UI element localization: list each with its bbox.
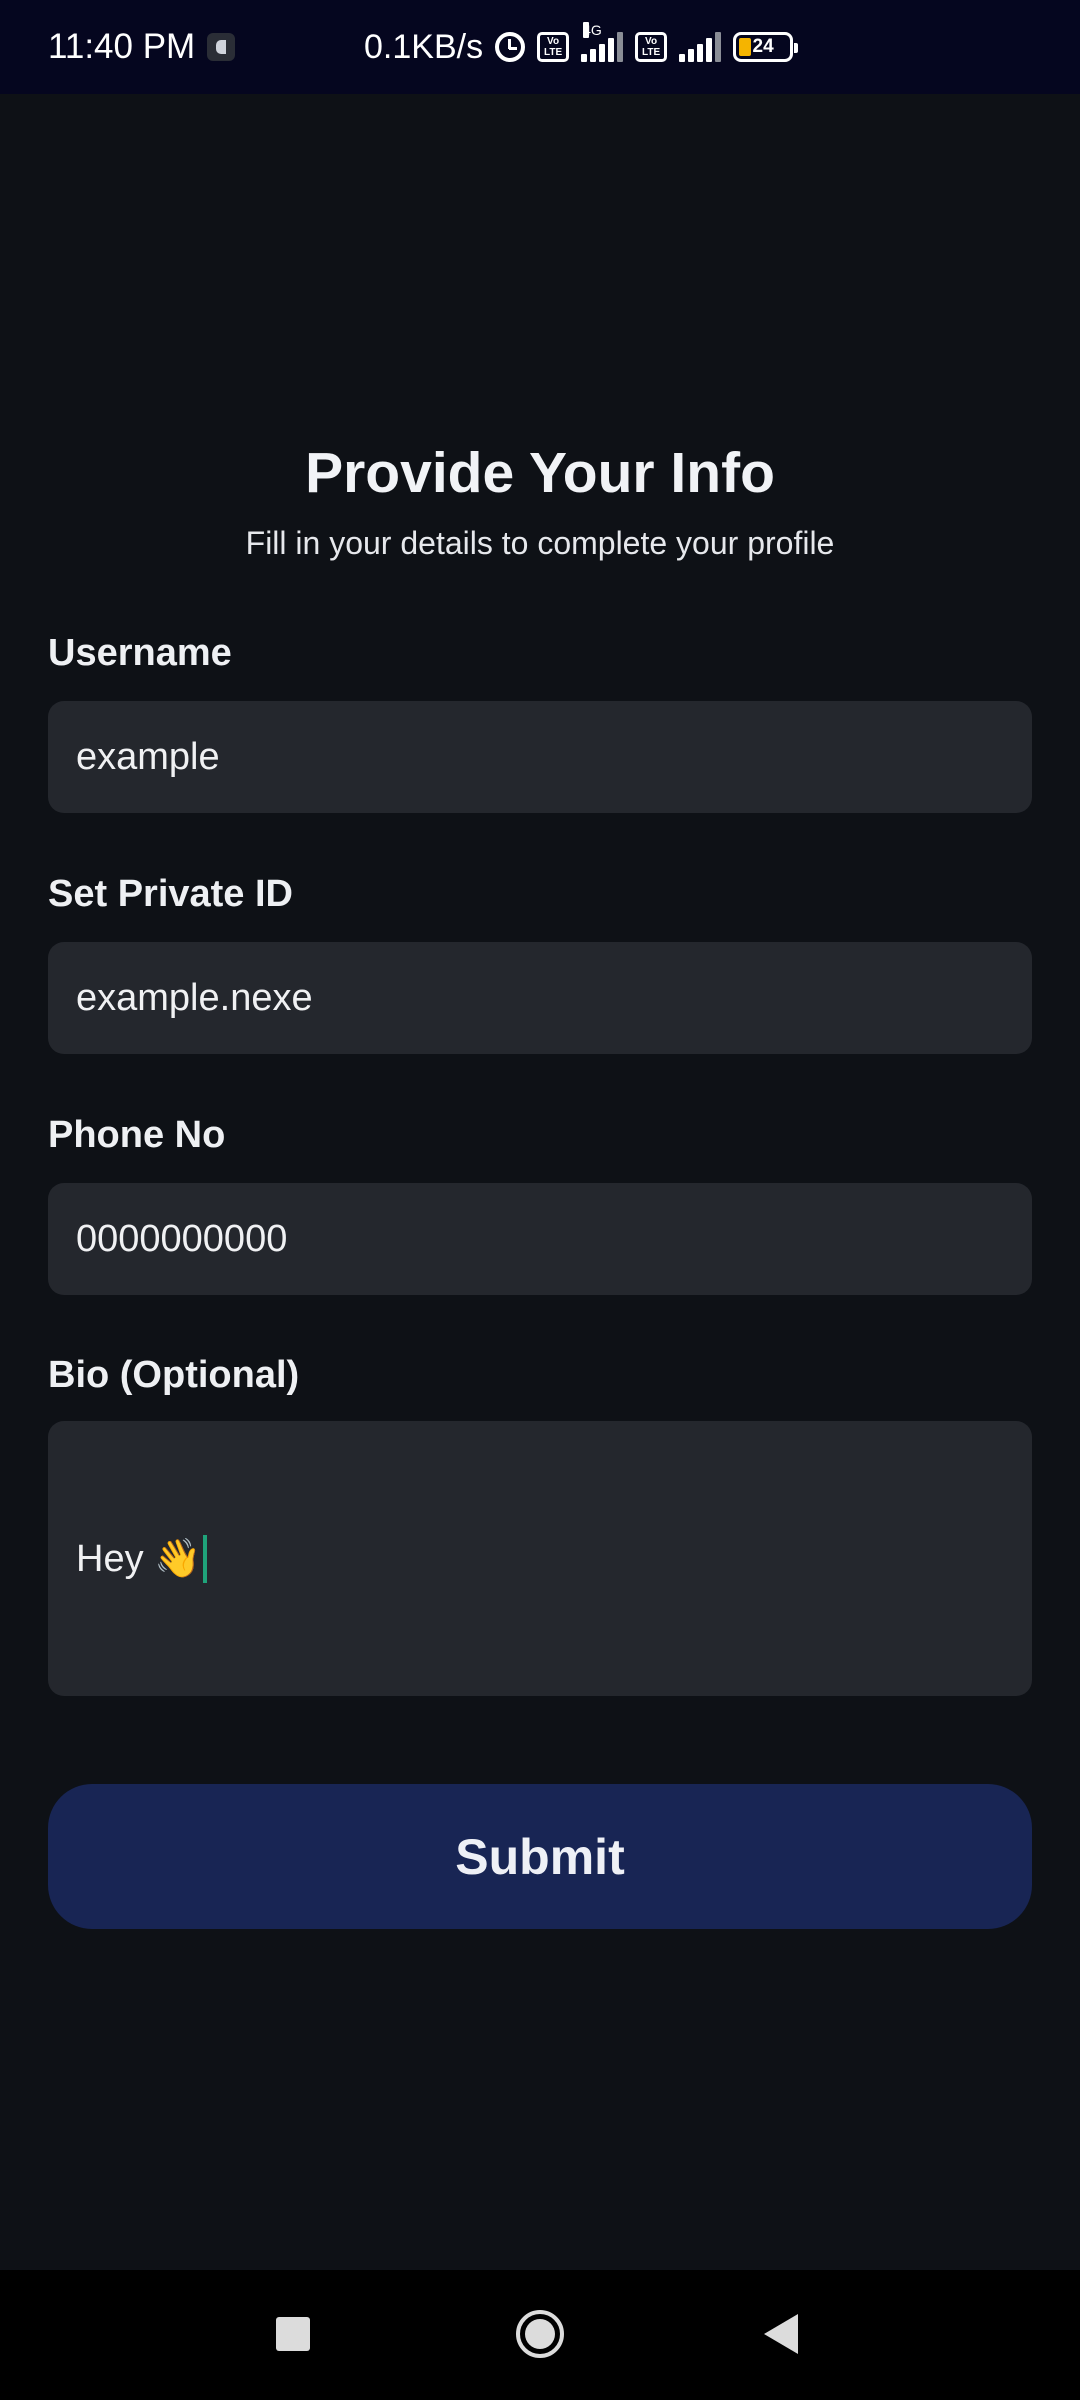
private-id-input[interactable] [48, 942, 1032, 1054]
status-time: 11:40 PM [48, 27, 196, 66]
bio-textarea[interactable]: Hey 👋 [48, 1421, 1032, 1696]
phone-label: Phone No [48, 1114, 226, 1156]
text-caret [203, 1534, 208, 1583]
username-input[interactable] [48, 701, 1032, 813]
bio-label: Bio (Optional) [48, 1354, 300, 1396]
bio-text: Hey 👋 [76, 1537, 202, 1580]
username-label: Username [48, 632, 232, 674]
page-title: Provide Your Info [305, 441, 775, 505]
volte-icon: Vo LTE [635, 32, 668, 62]
battery-level: 24 [752, 36, 774, 57]
signal-icon [679, 32, 722, 62]
status-time-group: 11:40 PM [48, 0, 236, 94]
network-type: 4G [583, 22, 602, 38]
navigation-bar [0, 2270, 1080, 2400]
phone-input[interactable] [48, 1183, 1032, 1295]
home-icon[interactable] [516, 2310, 564, 2358]
battery-fill [739, 38, 752, 56]
status-bar: 11:40 PM 0.1KB/s Vo LTE 4G Vo LTE 24 [0, 0, 1080, 94]
profile-setup-screen: 11:40 PM 0.1KB/s Vo LTE 4G Vo LTE 24 Pro… [0, 0, 1080, 2400]
recents-icon[interactable] [276, 2317, 310, 2351]
network-speed: 0.1KB/s [364, 27, 484, 66]
volte-icon: Vo LTE [537, 32, 570, 62]
signal-icon: 4G [581, 22, 624, 62]
private-id-label: Set Private ID [48, 873, 293, 915]
status-indicators: 0.1KB/s Vo LTE 4G Vo LTE 24 [364, 0, 799, 94]
alarm-icon [495, 32, 526, 62]
battery-icon: 24 [733, 32, 799, 62]
back-icon[interactable] [764, 2314, 798, 2354]
app-notification-icon [207, 33, 236, 61]
submit-button[interactable]: Submit [48, 1784, 1032, 1929]
page-subtitle: Fill in your details to complete your pr… [245, 525, 835, 561]
